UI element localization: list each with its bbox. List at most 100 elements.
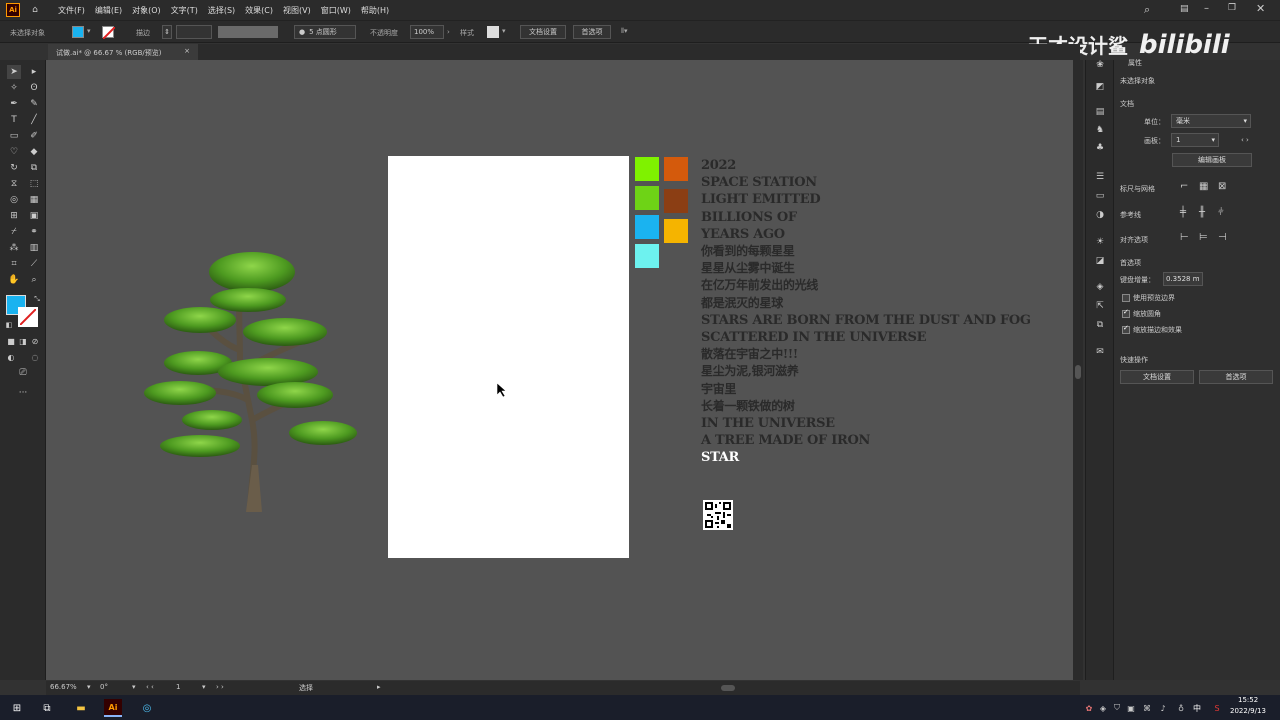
color-guide-icon[interactable]: ❀ — [1093, 58, 1107, 72]
swatch-cyan[interactable] — [635, 244, 659, 268]
magic-wand-tool-icon[interactable]: ✧ — [7, 81, 21, 95]
zoom-tool-icon[interactable]: ⌕ — [27, 273, 41, 287]
free-transform-tool-icon[interactable]: ⬚ — [27, 177, 41, 191]
align-right-icon[interactable]: ⊣ — [1218, 232, 1227, 243]
show-guides-icon[interactable]: ╪ — [1180, 207, 1186, 218]
vertical-scroll-thumb[interactable] — [1075, 365, 1081, 379]
stroke-stepper[interactable]: ⇕ — [162, 25, 172, 39]
grid-icon[interactable]: ▦ — [1199, 181, 1208, 192]
search-icon[interactable]: ⌕ — [1144, 3, 1150, 17]
rotation-select[interactable]: 0° — [100, 683, 130, 693]
artboard-number[interactable]: 1 — [176, 683, 196, 693]
opacity-input[interactable]: 100% — [410, 25, 444, 39]
unit-select[interactable]: 毫米 ▾ — [1171, 114, 1251, 128]
chevron-down-icon[interactable]: ▾ — [87, 683, 91, 691]
quick-doc-setup-button[interactable]: 文档设置 — [1120, 370, 1194, 384]
default-colors-icon[interactable]: ◧ — [2, 318, 16, 332]
more-tools-icon[interactable]: ··· — [16, 386, 30, 400]
perspective-grid-tool-icon[interactable]: ▦ — [27, 193, 41, 207]
screen-mode-icon[interactable]: ⎚ — [16, 366, 30, 380]
artboard-stepper-icon[interactable]: ‹ › — [1241, 136, 1249, 144]
menu-lines-icon[interactable]: ☰ — [1093, 170, 1107, 184]
chevron-down-icon[interactable]: ▾ — [202, 683, 206, 691]
swatch-brown[interactable] — [664, 189, 688, 213]
swatch-orange[interactable] — [664, 157, 688, 181]
next-artboard-icon[interactable]: › › — [216, 683, 224, 691]
stroke-swatch[interactable] — [102, 26, 116, 40]
home-icon[interactable]: ⌂ — [28, 3, 42, 17]
swap-colors-icon[interactable]: ⤡ — [30, 292, 44, 306]
swatch-green[interactable] — [635, 186, 659, 210]
stroke-color-box[interactable] — [18, 307, 38, 327]
qr-code-image[interactable] — [703, 500, 733, 530]
draw-mode-icon[interactable]: ◐ — [4, 350, 18, 364]
file-explorer-icon[interactable]: ▬ — [72, 699, 90, 717]
keyboard-increment-input[interactable]: 0.3528 m — [1163, 272, 1203, 286]
shape-builder-tool-icon[interactable]: ◎ — [7, 193, 21, 207]
poster-text-block[interactable]: 2022 SPACE STATION LIGHT EMITTED BILLIONS O… — [701, 157, 1031, 467]
preview-bounds-option[interactable]: 使用预览边界 — [1122, 293, 1175, 303]
menu-file[interactable]: 文件(F) — [58, 5, 85, 16]
status-arrow-icon[interactable]: ▸ — [377, 683, 381, 691]
eyedropper-tool-icon[interactable]: ⌿ — [7, 225, 21, 239]
lock-guides-icon[interactable]: ╫ — [1199, 207, 1205, 218]
workspace-icon[interactable]: ▤ — [1180, 4, 1189, 14]
menu-edit[interactable]: 编辑(E) — [95, 5, 122, 16]
chevron-right-icon[interactable]: › — [447, 28, 450, 36]
prev-artboard-icon[interactable]: ‹ ‹ — [146, 683, 154, 691]
task-view-icon[interactable]: ⧉ — [38, 699, 56, 717]
line-tool-icon[interactable]: ╱ — [27, 113, 41, 127]
fill-swatch[interactable] — [72, 26, 84, 38]
type-tool-icon[interactable]: T — [7, 113, 21, 127]
shaper-tool-icon[interactable]: ♡ — [7, 145, 21, 159]
brushes-panel-icon[interactable]: ♞ — [1093, 123, 1107, 137]
align-center-icon[interactable]: ⊨ — [1199, 232, 1208, 243]
graphic-styles-icon[interactable]: ◪ — [1093, 254, 1107, 268]
menu-help[interactable]: 帮助(H) — [361, 5, 389, 16]
menu-object[interactable]: 对象(O) — [132, 5, 161, 16]
chevron-down-icon[interactable]: ▾ — [502, 27, 506, 35]
align-left-icon[interactable]: ⊢ — [1180, 232, 1189, 243]
scale-tool-icon[interactable]: ⧉ — [27, 161, 41, 175]
artboard-select[interactable]: 1 ▾ — [1171, 133, 1219, 147]
libraries-icon[interactable]: ◩ — [1093, 80, 1107, 94]
clock-date[interactable]: 2022/9/13 — [1230, 707, 1266, 715]
column-graph-tool-icon[interactable]: ▥ — [27, 241, 41, 255]
transparency-panel-icon[interactable]: ◑ — [1093, 208, 1107, 222]
scale-corners-option[interactable]: 缩放圆角 — [1122, 308, 1161, 319]
smart-guides-icon[interactable]: ⫩ — [1218, 207, 1224, 218]
variable-width-profile[interactable] — [218, 26, 278, 38]
artboard[interactable] — [388, 156, 629, 558]
swatches-panel-icon[interactable]: ▤ — [1093, 105, 1107, 119]
swatch-lime[interactable] — [635, 157, 659, 181]
symbols-panel-icon[interactable]: ♣ — [1093, 141, 1107, 155]
stroke-panel-icon[interactable]: ▭ — [1093, 189, 1107, 203]
chevron-down-icon[interactable]: ▾ — [132, 683, 136, 691]
tray-input-icon[interactable]: S — [1208, 699, 1226, 717]
clock-time[interactable]: 15:52 — [1238, 696, 1258, 704]
browser-icon[interactable]: ◎ — [138, 699, 156, 717]
ime-indicator[interactable]: 中 — [1188, 699, 1206, 717]
warp-tool-icon[interactable]: ⧖ — [7, 177, 21, 191]
selection-tool-icon[interactable]: ➤ — [7, 65, 21, 79]
artboard-tool-icon[interactable]: ⌗ — [7, 257, 21, 271]
rotate-tool-icon[interactable]: ↻ — [7, 161, 21, 175]
none-mode-icon[interactable]: ⊘ — [28, 334, 42, 348]
tray-volume-icon[interactable]: ♪ — [1154, 699, 1172, 717]
draw-inside-icon[interactable]: ◌ — [28, 350, 42, 364]
swatch-blue[interactable] — [635, 215, 659, 239]
comments-icon[interactable]: ✉ — [1093, 345, 1107, 359]
quick-preferences-button[interactable]: 首选项 — [1199, 370, 1273, 384]
artboards-panel-icon[interactable]: ⧉ — [1093, 318, 1107, 332]
minimize-icon[interactable]: – — [1204, 3, 1209, 14]
eraser-tool-icon[interactable]: ◆ — [27, 145, 41, 159]
rectangle-tool-icon[interactable]: ▭ — [7, 129, 21, 143]
doc-setup-button[interactable]: 文档设置 — [520, 25, 566, 39]
symbol-sprayer-tool-icon[interactable]: ⁂ — [7, 241, 21, 255]
arrange-icon[interactable]: ⫴▾ — [621, 27, 627, 36]
scale-strokes-checkbox[interactable] — [1122, 324, 1130, 334]
menu-view[interactable]: 视图(V) — [283, 5, 311, 16]
menu-window[interactable]: 窗口(W) — [321, 5, 351, 16]
mesh-tool-icon[interactable]: ⊞ — [7, 209, 21, 223]
windows-start-icon[interactable]: ⊞ — [8, 699, 26, 717]
